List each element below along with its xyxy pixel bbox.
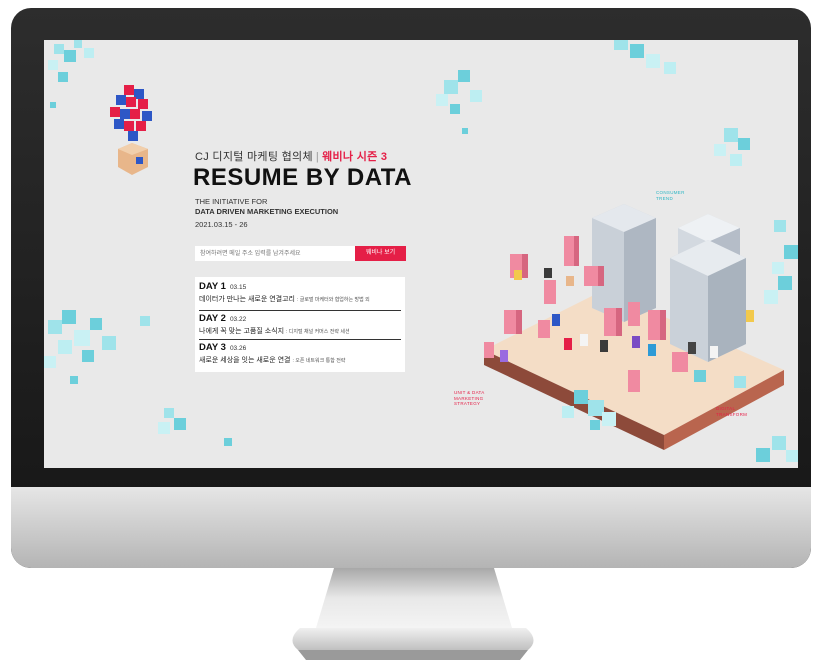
- consumer-label-line-2: TREND: [656, 195, 673, 201]
- building-right: [670, 240, 746, 362]
- consumer-trend-label: CONSUMER TREND: [656, 190, 685, 201]
- building-left: [592, 204, 656, 322]
- marketing-label-line-3: STRATEGY: [454, 401, 481, 406]
- marketing-label-line-1: UNIT & DATA: [454, 390, 485, 395]
- digital-label-line-2: TRANSFORM: [716, 411, 748, 417]
- marketing-strategy-label: UNIT & DATA MARKETING STRATEGY: [454, 390, 485, 407]
- digital-transform-label: DIGITAL TRANSFORM: [716, 406, 747, 417]
- screen: CJ 디지털 마케팅 협의체 | 웨비나 시즌 3 RESUME BY DATA T…: [44, 40, 798, 468]
- isometric-city-illustration: [484, 204, 792, 450]
- consumer-label-line-1: CONSUMER: [656, 190, 685, 195]
